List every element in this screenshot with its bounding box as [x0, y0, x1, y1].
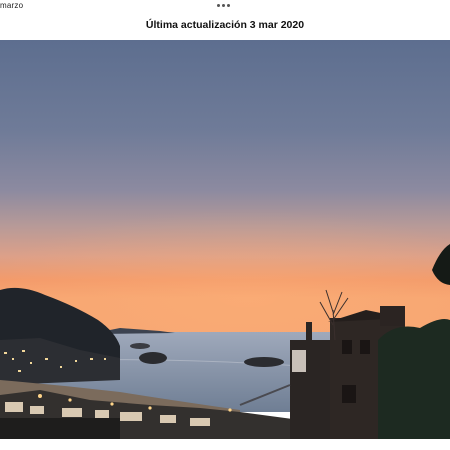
photo-viewer: marzo Última actualización 3 mar 2020: [0, 0, 450, 450]
top-bar: marzo Última actualización 3 mar 2020: [0, 0, 450, 40]
dot-icon: [217, 4, 220, 7]
previous-item-label[interactable]: marzo: [0, 1, 23, 10]
more-dots-icon[interactable]: [217, 4, 233, 8]
dot-icon: [222, 4, 225, 7]
coastal-sunset-photo[interactable]: [0, 40, 450, 439]
photo-image: [0, 40, 450, 439]
dot-icon: [227, 4, 230, 7]
bottom-bar: [0, 439, 450, 450]
update-title: Última actualización 3 mar 2020: [145, 19, 305, 31]
